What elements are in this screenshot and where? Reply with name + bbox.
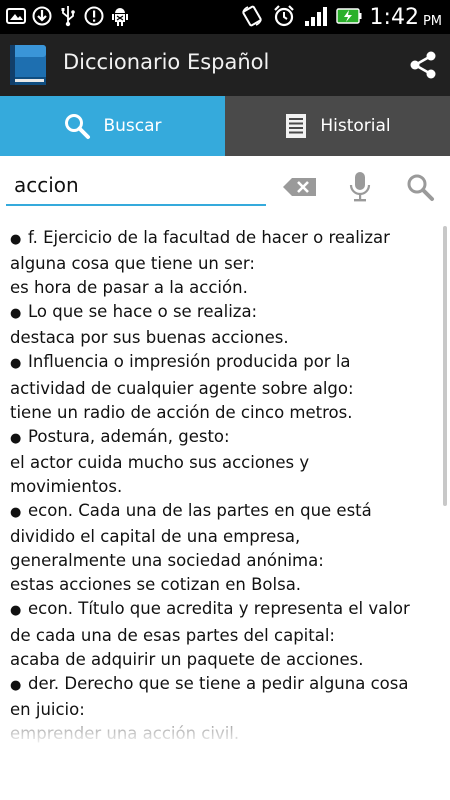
- android-debug-icon: [110, 5, 130, 27]
- definition-text: de cada una de esas partes del capital:: [10, 625, 335, 645]
- notification-icons: [6, 5, 130, 27]
- action-bar: Diccionario Español: [0, 34, 450, 96]
- definition-list: ● f. Ejercicio de la facultad de hacer o …: [10, 226, 438, 746]
- definition-text: ● Postura, ademán, gesto:: [10, 425, 438, 451]
- list-icon: [286, 114, 307, 138]
- clear-button[interactable]: [282, 170, 318, 204]
- alarm-icon: [272, 4, 296, 32]
- definition-text: en juicio:: [10, 699, 85, 719]
- definition-example: tiene un radio de acción de cinco metros…: [10, 402, 353, 422]
- search-button[interactable]: [402, 170, 438, 204]
- backspace-icon: [283, 178, 316, 196]
- definition-item: ● econ. Cada una de las partes en que est…: [10, 499, 438, 597]
- definition-text: actividad de cualquier agente sobre algo…: [10, 378, 354, 398]
- search-icon: [65, 114, 91, 139]
- alert-icon: [84, 5, 104, 27]
- bullet-icon: ●: [10, 677, 22, 693]
- definition-example: el actor cuida mucho sus acciones y: [10, 452, 310, 472]
- clock-time: 1:42: [369, 5, 419, 30]
- tab-historial[interactable]: Historial: [225, 96, 450, 156]
- scrollbar[interactable]: [443, 226, 447, 506]
- definition-text: alguna cosa que tiene un ser:: [10, 254, 255, 274]
- definition-item: ● econ. Título que acredita y representa …: [10, 597, 438, 671]
- share-icon: [410, 51, 436, 79]
- definition-example: movimientos.: [10, 476, 123, 496]
- definition-example: acaba de adquirir un paquete de acciones…: [10, 649, 364, 669]
- download-icon: [32, 5, 52, 27]
- tab-buscar[interactable]: Buscar: [0, 96, 225, 156]
- bullet-icon: ●: [10, 505, 22, 521]
- definition-example: es hora de pasar a la acción.: [10, 278, 248, 298]
- search-input[interactable]: [6, 166, 266, 206]
- definition-text: ● Lo que se hace o se realiza:: [10, 300, 438, 326]
- share-button[interactable]: [406, 48, 440, 82]
- clock-ampm: PM: [422, 13, 442, 29]
- search-icon: [407, 174, 434, 201]
- definition-item: ● f. Ejercicio de la facultad de hacer o …: [10, 226, 438, 300]
- rotation-icon: [240, 4, 264, 32]
- scroll-fade: [0, 723, 450, 747]
- definition-text: generalmente una sociedad anónima:: [10, 551, 324, 571]
- tab-buscar-label: Buscar: [103, 116, 162, 136]
- tab-bar: Buscar Historial: [0, 96, 450, 156]
- definition-item: ● Postura, ademán, gesto: el actor cuida m…: [10, 425, 438, 499]
- definition-example: estas acciones se cotizan en Bolsa.: [10, 575, 302, 595]
- definition-text: ● econ. Cada una de las partes en que est…: [10, 499, 438, 525]
- bullet-icon: ●: [10, 356, 22, 372]
- voice-search-button[interactable]: [342, 170, 378, 204]
- bullet-icon: ●: [10, 430, 22, 446]
- tab-historial-label: Historial: [320, 116, 391, 136]
- status-bar: 1:42 PM: [0, 0, 450, 34]
- definition-text: dividido el capital de una empresa,: [10, 527, 301, 547]
- bullet-icon: ●: [10, 603, 22, 619]
- usb-icon: [58, 5, 78, 27]
- microphone-icon: [349, 172, 371, 202]
- system-icons: 1:42 PM: [240, 4, 442, 32]
- definition-text: ● Influencia o impresión producida por la: [10, 350, 438, 376]
- app-title: Diccionario Español: [63, 50, 270, 74]
- search-row: [0, 156, 450, 216]
- definition-text: ● econ. Título que acredita y representa …: [10, 597, 438, 623]
- battery-charging-icon: [335, 8, 362, 28]
- bullet-icon: ●: [10, 232, 22, 247]
- signal-icon: [304, 5, 328, 31]
- definition-text: ● f. Ejercicio de la facultad de hacer o …: [10, 226, 438, 252]
- book-icon[interactable]: [6, 41, 50, 89]
- definition-text: ● der. Derecho que se tiene a pedir algun…: [10, 672, 438, 698]
- gallery-icon: [6, 5, 26, 27]
- definition-item: ● Lo que se hace o se realiza: destaca por…: [10, 300, 438, 350]
- bullet-icon: ●: [10, 306, 22, 322]
- definition-example: destaca por sus buenas acciones.: [10, 328, 289, 348]
- definition-item: ● Influencia o impresión producida por la…: [10, 350, 438, 424]
